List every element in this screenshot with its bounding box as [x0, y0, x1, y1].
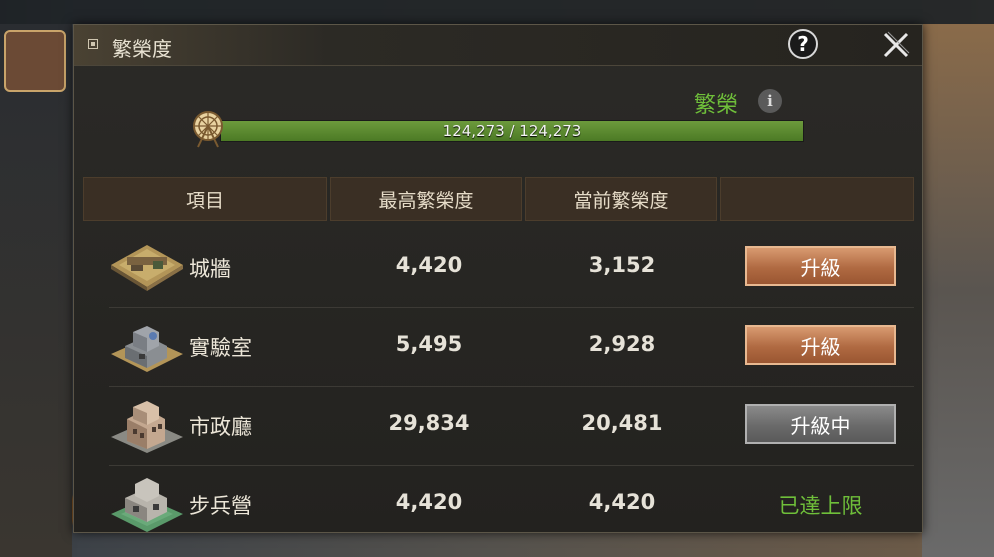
current-prosperity-value: 20,481 — [581, 411, 663, 435]
prosperity-progress-text: 124,273 / 124,273 — [442, 122, 582, 140]
laboratory-building-icon — [111, 326, 183, 372]
table-row: 步兵營 4,420 4,420 已達上限 — [109, 466, 914, 544]
current-prosperity-value: 2,928 — [588, 332, 656, 356]
avatar — [4, 30, 66, 92]
town-hall-building-icon — [111, 401, 183, 453]
table-row: 市政廳 29,834 20,481 升級中 — [109, 387, 914, 466]
table-row: 實驗室 5,495 2,928 升級 — [109, 308, 914, 387]
close-icon[interactable] — [880, 29, 912, 61]
dialog-titlebar: 繁榮度 ? — [74, 25, 922, 66]
title-square-icon — [88, 39, 98, 49]
building-name: 實驗室 — [189, 336, 252, 360]
prosperity-label: 繁榮 — [694, 93, 739, 118]
max-prosperity-value: 4,420 — [395, 490, 463, 514]
info-icon[interactable]: i — [758, 89, 782, 113]
left-side-menu — [0, 24, 72, 557]
building-name: 城牆 — [189, 257, 231, 281]
upgrade-button[interactable]: 升級 — [745, 325, 896, 365]
barracks-building-icon — [111, 478, 183, 532]
building-name: 市政廳 — [189, 415, 252, 439]
header-max-prosperity: 最高繁榮度 — [330, 177, 522, 221]
dialog-title: 繁榮度 — [112, 37, 172, 61]
top-status-strip — [0, 0, 994, 24]
header-current-prosperity: 當前繁榮度 — [525, 177, 717, 221]
current-prosperity-value: 4,420 — [588, 490, 656, 514]
upgrade-button[interactable]: 升級 — [745, 246, 896, 286]
header-action — [720, 177, 914, 221]
table-row: 城牆 4,420 3,152 升級 — [109, 229, 914, 308]
max-reached-label: 已達上限 — [778, 494, 863, 518]
prosperity-progress-bar: 124,273 / 124,273 — [220, 120, 804, 142]
prosperity-table: 項目 最高繁榮度 當前繁榮度 城牆 4,420 3,152 升級 實驗室 5,4… — [83, 177, 914, 532]
help-button[interactable]: ? — [788, 29, 818, 59]
ferris-wheel-icon — [193, 111, 223, 148]
current-prosperity-value: 3,152 — [588, 253, 656, 277]
prosperity-dialog: 繁榮度 ? 繁榮 i 124,273 / 124,273 項目 最高繁榮度 當前… — [73, 24, 923, 533]
max-prosperity-value: 4,420 — [395, 253, 463, 277]
wall-building-icon — [111, 245, 183, 291]
upgrading-button[interactable]: 升級中 — [745, 404, 896, 444]
table-header: 項目 最高繁榮度 當前繁榮度 — [83, 177, 914, 221]
max-prosperity-value: 5,495 — [395, 332, 463, 356]
building-name: 步兵營 — [189, 494, 252, 518]
header-item: 項目 — [83, 177, 327, 221]
right-side-menu — [922, 24, 994, 557]
max-prosperity-value: 29,834 — [388, 411, 470, 435]
